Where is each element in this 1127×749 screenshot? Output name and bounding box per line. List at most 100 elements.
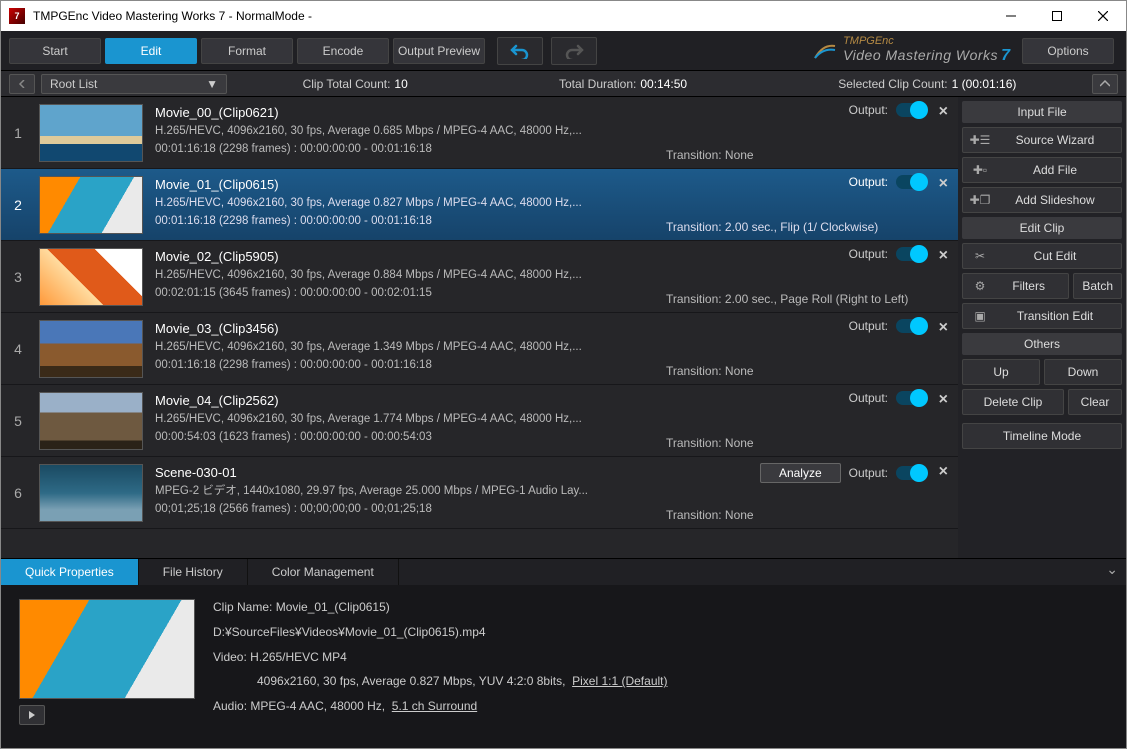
clip-number: 3 bbox=[1, 241, 35, 312]
remove-clip-button[interactable]: × bbox=[939, 175, 948, 193]
remove-clip-button[interactable]: × bbox=[939, 103, 948, 121]
clip-duration: 00;01;25;18 (2566 frames) : 00;00;00;00 … bbox=[155, 501, 650, 519]
up-button[interactable]: Up bbox=[962, 359, 1040, 385]
output-toggle[interactable] bbox=[896, 175, 926, 189]
brand-seven: 7 bbox=[1001, 47, 1010, 64]
clip-row[interactable]: 4Movie_03_(Clip3456)H.265/HEVC, 4096x216… bbox=[1, 313, 958, 385]
remove-clip-button[interactable]: × bbox=[939, 463, 948, 481]
add-file-button[interactable]: ✚▫Add File bbox=[962, 157, 1122, 183]
clip-number: 2 bbox=[1, 169, 35, 240]
clip-info: Movie_03_(Clip3456)H.265/HEVC, 4096x2160… bbox=[147, 313, 658, 384]
collapse-button[interactable] bbox=[1092, 74, 1118, 94]
scissors-icon: ✂ bbox=[971, 249, 989, 263]
root-list-dropdown[interactable]: Root List ▼ bbox=[41, 74, 227, 94]
remove-clip-button[interactable]: × bbox=[939, 319, 948, 337]
app-icon: 7 bbox=[9, 8, 25, 24]
brand-area: TMPGEnc Video Mastering Works 7 bbox=[597, 36, 1022, 65]
delete-clip-button[interactable]: Delete Clip bbox=[962, 389, 1064, 415]
clip-thumbnail[interactable] bbox=[39, 320, 143, 378]
clip-specs: H.265/HEVC, 4096x2160, 30 fps, Average 0… bbox=[155, 267, 650, 285]
options-button[interactable]: Options bbox=[1022, 38, 1114, 64]
clip-thumbnail[interactable] bbox=[39, 248, 143, 306]
undo-button[interactable] bbox=[497, 37, 543, 65]
cut-edit-button[interactable]: ✂Cut Edit bbox=[962, 243, 1122, 269]
output-preview-tab[interactable]: Output Preview bbox=[393, 38, 485, 64]
clip-info: Movie_02_(Clip5905)H.265/HEVC, 4096x2160… bbox=[147, 241, 658, 312]
clip-row[interactable]: 2Movie_01_(Clip0615)H.265/HEVC, 4096x216… bbox=[1, 169, 958, 241]
clip-name: Movie_01_(Clip0615) bbox=[155, 175, 650, 195]
clip-row[interactable]: 6Scene-030-01MPEG-2 ビデオ, 1440x1080, 29.9… bbox=[1, 457, 958, 529]
clip-thumbnail[interactable] bbox=[39, 104, 143, 162]
minimize-button[interactable] bbox=[988, 1, 1034, 31]
clip-specs: H.265/HEVC, 4096x2160, 30 fps, Average 1… bbox=[155, 339, 650, 357]
clip-number: 1 bbox=[1, 97, 35, 168]
file-history-tab[interactable]: File History bbox=[139, 559, 248, 585]
pixel-link[interactable]: Pixel 1:1 (Default) bbox=[572, 674, 667, 688]
clip-specs: MPEG-2 ビデオ, 1440x1080, 29.97 fps, Averag… bbox=[155, 483, 650, 501]
clip-transition: Transition: None bbox=[666, 508, 926, 522]
clip-row[interactable]: 3 Movie_02_(Clip5905)H.265/HEVC, 4096x216… bbox=[1, 241, 958, 313]
transition-edit-button[interactable]: ▣Transition Edit bbox=[962, 303, 1122, 329]
remove-clip-button[interactable]: × bbox=[939, 247, 948, 265]
output-toggle[interactable] bbox=[896, 103, 926, 117]
brand-line1: TMPGEnc bbox=[843, 36, 1010, 47]
clip-specs: H.265/HEVC, 4096x2160, 30 fps, Average 1… bbox=[155, 411, 650, 429]
collapse-bottom-icon[interactable]: ⌄ bbox=[1106, 561, 1118, 578]
maximize-button[interactable] bbox=[1034, 1, 1080, 31]
redo-button[interactable] bbox=[551, 37, 597, 65]
audio-channel-link[interactable]: 5.1 ch Surround bbox=[392, 699, 477, 713]
transition-icon: ▣ bbox=[971, 309, 989, 323]
properties-text: Clip Name: Movie_01_(Clip0615) D:¥Source… bbox=[213, 599, 667, 734]
add-slideshow-icon: ✚❐ bbox=[971, 193, 989, 207]
clip-side: Output: Transition: 2.00 sec., Page Roll … bbox=[658, 241, 958, 312]
bottom-panel: Quick Properties File History Color Mana… bbox=[1, 558, 1126, 748]
output-toggle[interactable] bbox=[896, 319, 926, 333]
color-management-tab[interactable]: Color Management bbox=[248, 559, 399, 585]
clip-thumbnail[interactable] bbox=[39, 392, 143, 450]
filters-button[interactable]: ⚙Filters bbox=[962, 273, 1069, 299]
add-slideshow-button[interactable]: ✚❐Add Slideshow bbox=[962, 187, 1122, 213]
clip-info: Movie_00_(Clip0621)H.265/HEVC, 4096x2160… bbox=[147, 97, 658, 168]
edit-tab[interactable]: Edit bbox=[105, 38, 197, 64]
clip-row[interactable]: 5Movie_04_(Clip2562)H.265/HEVC, 4096x216… bbox=[1, 385, 958, 457]
clip-name: Scene-030-01 bbox=[155, 463, 650, 483]
format-tab[interactable]: Format bbox=[201, 38, 293, 64]
close-button[interactable] bbox=[1080, 1, 1126, 31]
encode-tab[interactable]: Encode bbox=[297, 38, 389, 64]
input-file-header: Input File bbox=[962, 101, 1122, 123]
output-toggle[interactable] bbox=[896, 247, 926, 261]
down-button[interactable]: Down bbox=[1044, 359, 1122, 385]
window-title: TMPGEnc Video Mastering Works 7 - Normal… bbox=[33, 9, 988, 23]
output-label: Output: bbox=[849, 247, 888, 261]
start-tab[interactable]: Start bbox=[9, 38, 101, 64]
analyze-button[interactable]: Analyze bbox=[760, 463, 841, 483]
clip-thumbnail[interactable] bbox=[39, 176, 143, 234]
chevron-down-icon: ▼ bbox=[206, 77, 218, 91]
source-wizard-button[interactable]: ✚☰Source Wizard bbox=[962, 127, 1122, 153]
clip-specs: H.265/HEVC, 4096x2160, 30 fps, Average 0… bbox=[155, 123, 650, 141]
remove-clip-button[interactable]: × bbox=[939, 391, 948, 409]
brand-swoosh-icon bbox=[813, 42, 837, 60]
clip-side: Output:Transition: None× bbox=[658, 313, 958, 384]
batch-button[interactable]: Batch bbox=[1073, 273, 1122, 299]
play-button[interactable] bbox=[19, 705, 45, 725]
clip-transition: Transition: 2.00 sec., Flip (1/ Clockwis… bbox=[666, 220, 926, 234]
clip-side: Output:Transition: None× bbox=[658, 97, 958, 168]
nav-back-button[interactable] bbox=[9, 74, 35, 94]
clip-transition: Transition: 2.00 sec., Page Roll (Right … bbox=[666, 292, 926, 306]
clear-button[interactable]: Clear bbox=[1068, 389, 1122, 415]
side-panel: Input File ✚☰Source Wizard ✚▫Add File ✚❐… bbox=[958, 97, 1126, 558]
output-label: Output: bbox=[849, 391, 888, 405]
quick-properties-tab[interactable]: Quick Properties bbox=[1, 559, 139, 585]
clip-list[interactable]: 1 Movie_00_(Clip0621)H.265/HEVC, 4096x216… bbox=[1, 97, 958, 558]
clip-name: Movie_02_(Clip5905) bbox=[155, 247, 650, 267]
clip-thumbnail[interactable] bbox=[39, 464, 143, 522]
output-toggle[interactable] bbox=[896, 391, 926, 405]
output-toggle[interactable] bbox=[896, 466, 926, 480]
timeline-mode-button[interactable]: Timeline Mode bbox=[962, 423, 1122, 449]
clip-row[interactable]: 1 Movie_00_(Clip0621)H.265/HEVC, 4096x216… bbox=[1, 97, 958, 169]
clip-duration: 00:01:16:18 (2298 frames) : 00:00:00:00 … bbox=[155, 141, 650, 159]
output-label: Output: bbox=[849, 103, 888, 117]
output-label: Output: bbox=[849, 175, 888, 189]
selected-count-label: Selected Clip Count: bbox=[838, 77, 947, 91]
